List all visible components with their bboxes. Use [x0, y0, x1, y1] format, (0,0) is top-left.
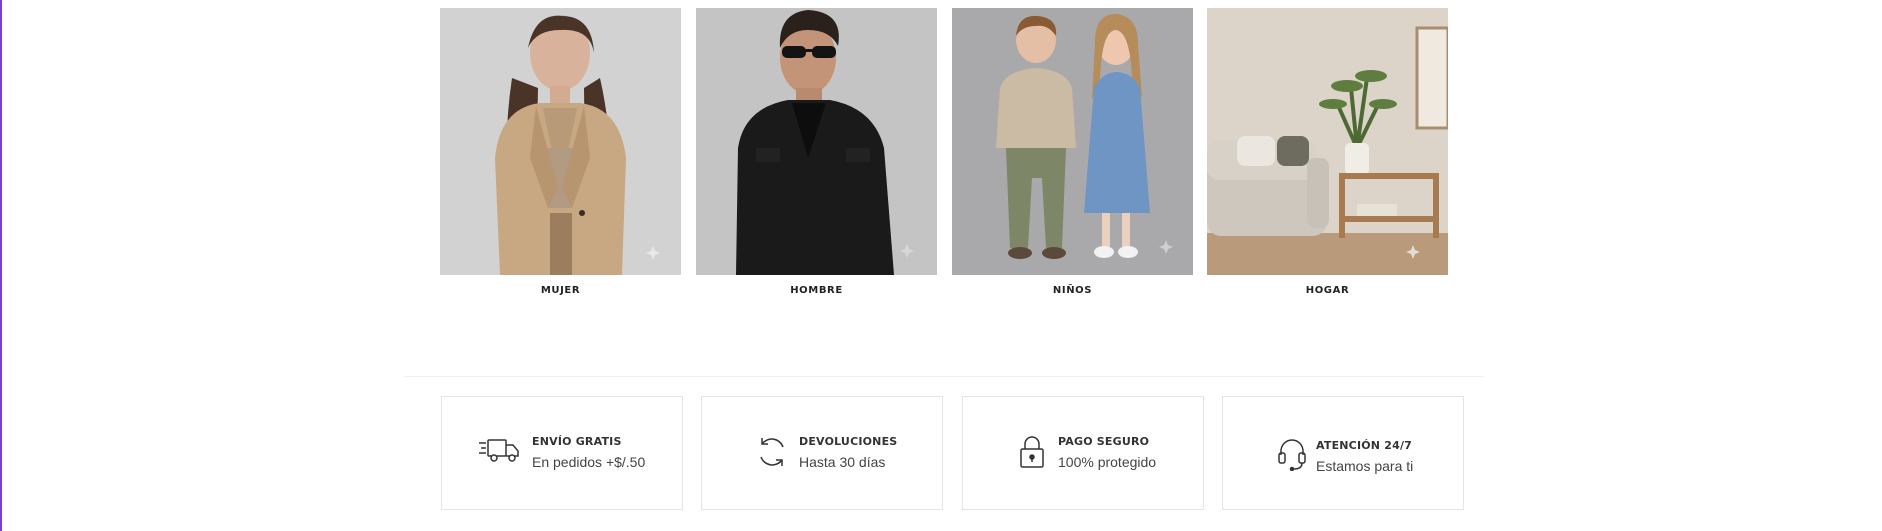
headset-icon	[1277, 437, 1307, 476]
lock-icon	[1019, 435, 1045, 474]
feature-subtitle: En pedidos +$/.50	[532, 454, 646, 470]
left-edge-accent	[0, 0, 2, 531]
feature-card-envio: ENVÍO GRATIS En pedidos +$/.50	[441, 396, 683, 510]
category-grid: MUJER HOMBRE NIÑOS HOGAR	[440, 8, 1448, 308]
category-image-hogar[interactable]	[1207, 8, 1448, 275]
feature-subtitle: Estamos para ti	[1316, 458, 1414, 474]
feature-title: PAGO SEGURO	[1058, 435, 1150, 448]
refresh-icon	[757, 435, 787, 474]
category-card-ninos[interactable]: NIÑOS	[952, 8, 1193, 308]
category-card-hogar[interactable]: HOGAR	[1207, 8, 1448, 308]
feature-card-devoluciones: DEVOLUCIONES Hasta 30 días	[701, 396, 943, 510]
feature-card-pago: PAGO SEGURO 100% protegido	[962, 396, 1204, 510]
feature-subtitle: Hasta 30 días	[799, 454, 886, 470]
section-divider	[404, 376, 1484, 377]
feature-subtitle: 100% protegido	[1058, 454, 1157, 470]
category-label[interactable]: HOGAR	[1207, 285, 1448, 296]
feature-title: ATENCIÓN 24/7	[1316, 439, 1413, 452]
feature-title: DEVOLUCIONES	[799, 435, 898, 448]
category-card-hombre[interactable]: HOMBRE	[696, 8, 937, 308]
category-label[interactable]: NIÑOS	[952, 285, 1193, 296]
category-image-ninos[interactable]	[952, 8, 1193, 275]
feature-title: ENVÍO GRATIS	[532, 435, 622, 448]
feature-card-atencion: ATENCIÓN 24/7 Estamos para ti	[1222, 396, 1464, 510]
category-card-mujer[interactable]: MUJER	[440, 8, 681, 308]
category-image-hombre[interactable]	[696, 8, 937, 275]
category-image-mujer[interactable]	[440, 8, 681, 275]
category-label[interactable]: MUJER	[440, 285, 681, 296]
truck-icon	[478, 437, 520, 470]
category-label[interactable]: HOMBRE	[696, 285, 937, 296]
